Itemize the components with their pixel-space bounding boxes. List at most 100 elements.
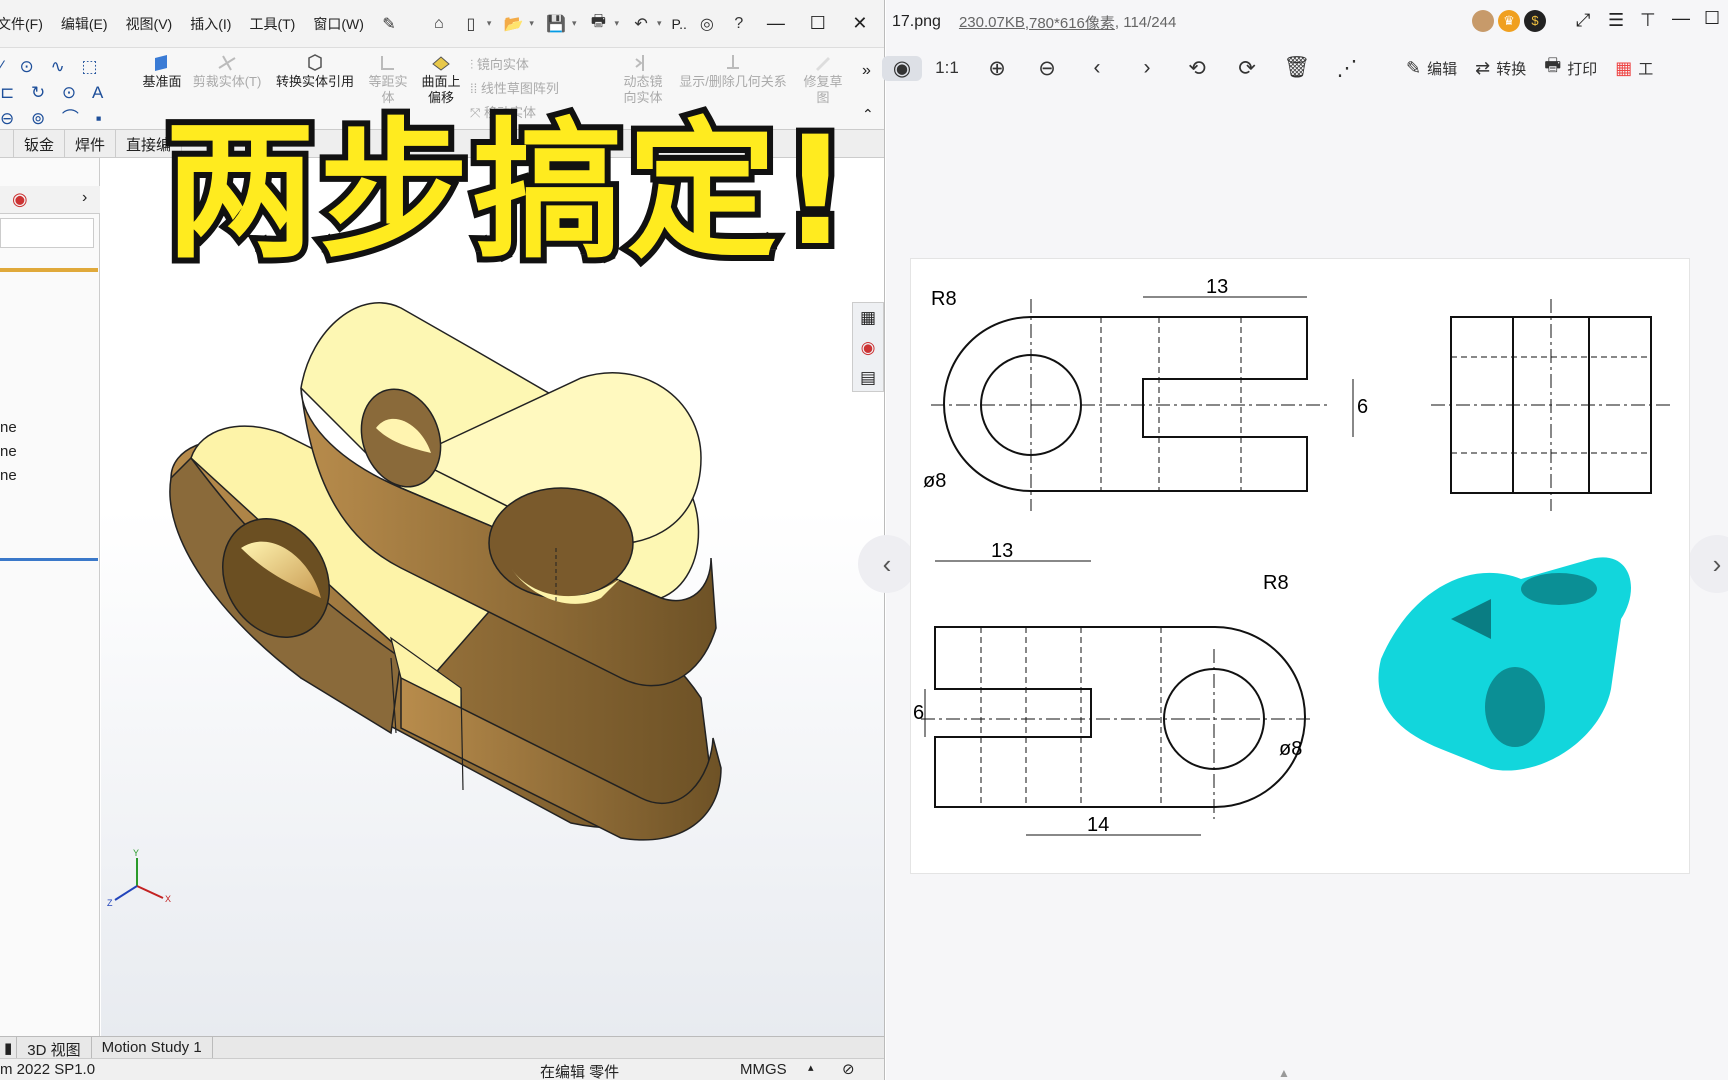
next-nav-button[interactable]: ›	[1688, 535, 1728, 593]
ref-plane-button[interactable]: 基准面	[136, 54, 188, 90]
part-3d-model: Y X Z	[107, 302, 722, 908]
menu-insert[interactable]: 插入(I)	[181, 14, 240, 34]
menu-file[interactable]: 文件(F)	[0, 14, 52, 34]
menu-icon[interactable]: ☰	[1608, 10, 1624, 31]
convert-entities-button[interactable]: 转换实体引用	[270, 54, 360, 90]
next-image-icon[interactable]: ›	[1122, 56, 1172, 80]
tab-sheetmetal[interactable]: 钣金	[14, 130, 66, 158]
linear-pattern-button[interactable]: ⁞⁞ 线性草图阵列	[470, 78, 559, 97]
properties-icon[interactable]: ▤	[853, 363, 883, 393]
tools-button[interactable]: ▦ 工	[1615, 58, 1653, 79]
edit-button[interactable]: ✎ 编辑	[1406, 58, 1457, 79]
ribbon-more-icon[interactable]: »	[862, 62, 871, 80]
relations-icon	[727, 55, 739, 69]
menu-view[interactable]: 视图(V)	[117, 14, 182, 34]
design-library-icon[interactable]: ▦	[853, 303, 883, 333]
dim-bot-slot: 6	[913, 702, 924, 724]
tab-weldments[interactable]: 焊件	[65, 130, 117, 158]
panel-divider	[0, 558, 98, 561]
relations-button[interactable]: 显示/删除几何关系	[672, 54, 794, 90]
filter-input[interactable]	[0, 218, 94, 248]
fullscreen-icon[interactable]: ⤢	[1576, 10, 1590, 31]
tools-label: 工	[1638, 60, 1654, 78]
units-caret-icon[interactable]: ▴	[808, 1061, 814, 1074]
coin-icon[interactable]: $	[1524, 10, 1546, 32]
minimize-icon[interactable]: —	[1672, 8, 1690, 29]
tree-item[interactable]: ne	[0, 440, 17, 464]
share-icon[interactable]: ⋰	[1322, 56, 1372, 81]
ribbon-collapse-icon[interactable]: ⌃	[862, 106, 874, 123]
zoom-in-icon[interactable]: ⊕	[972, 56, 1022, 81]
menu-edit[interactable]: 编辑(E)	[52, 14, 117, 34]
feature-tree: ne ne ne	[0, 416, 17, 488]
scroll-up-icon[interactable]: ▲	[1278, 1066, 1290, 1080]
avatar[interactable]	[1472, 10, 1494, 32]
offset-button[interactable]: 等距实体	[366, 54, 410, 106]
repair-icon	[816, 57, 830, 71]
tree-item[interactable]: ne	[0, 464, 17, 488]
tab-prev[interactable]	[0, 130, 14, 158]
new-file-icon[interactable]: ▯	[458, 11, 484, 37]
file-size[interactable]: 230.07KB	[959, 14, 1025, 31]
save-icon[interactable]: 💾	[543, 11, 569, 37]
convert-button[interactable]: ⇄ 转换	[1475, 58, 1526, 79]
rotate-right-icon[interactable]: ⟳	[1222, 56, 1272, 81]
relations-label: 显示/删除几何关系	[679, 74, 787, 89]
prev-nav-button[interactable]: ‹	[858, 535, 916, 593]
task-pane-tabs: ▦ ◉ ▤	[852, 302, 884, 392]
sketch-tools[interactable]: ⁄ ⊙ ∿ ⬚ ⊏ ↻ ⊙ A ⊖ ⊚ ⌒ ▪	[0, 54, 130, 132]
delete-icon[interactable]: 🗑	[1272, 56, 1322, 80]
undo-icon[interactable]: ↶	[628, 11, 654, 37]
headline-caption: 两步搞定!	[159, 99, 855, 285]
home-icon[interactable]: ⌂	[426, 11, 452, 37]
menu-tools[interactable]: 工具(T)	[240, 14, 304, 34]
dim-top-width: 13	[1206, 276, 1228, 298]
triad-y-label: Y	[133, 848, 139, 858]
minimize-icon[interactable]: —	[755, 0, 797, 48]
dim-bot-width: 13	[991, 540, 1013, 562]
crown-icon[interactable]: ♛	[1498, 10, 1520, 32]
trim-button[interactable]: 剪裁实体(T)	[192, 54, 262, 90]
appearance-pane-icon[interactable]: ◉	[853, 333, 883, 363]
maximize-icon[interactable]: ☐	[1704, 8, 1720, 29]
open-icon[interactable]: 📂	[500, 11, 526, 37]
tab-motion-study[interactable]: Motion Study 1	[92, 1037, 213, 1058]
quick-search[interactable]: P..	[668, 16, 691, 32]
pin-icon[interactable]: ✎	[376, 11, 402, 37]
isometric-model	[1378, 557, 1631, 771]
panel-accent-line	[0, 268, 98, 272]
mirror-entities-button[interactable]: ⫶ 镜向实体	[470, 54, 529, 73]
apps-icon: ▦	[1615, 57, 1633, 78]
appearance-icon[interactable]: ◉	[12, 189, 28, 210]
image-dimensions[interactable]: ,780*616像素	[1025, 12, 1115, 33]
convert-icon	[308, 54, 322, 71]
menu-window[interactable]: 窗口(W)	[304, 14, 373, 34]
offset-surface-button[interactable]: 曲面上偏移	[416, 54, 466, 106]
offset-icon	[381, 56, 394, 70]
panel-next-icon[interactable]: ›	[82, 189, 87, 207]
print-icon[interactable]: 🖶	[585, 11, 611, 37]
pin-top-icon[interactable]: ⊤	[1640, 10, 1656, 31]
actual-size-button[interactable]: 1:1	[922, 58, 972, 78]
rebuild-icon[interactable]: ⊘	[842, 1060, 855, 1078]
units-selector[interactable]: MMGS	[740, 1061, 787, 1078]
convert-icon: ⇄	[1475, 57, 1491, 78]
prev-image-icon[interactable]: ‹	[1072, 56, 1122, 80]
locate-icon[interactable]: ◉	[882, 55, 922, 81]
dynamic-mirror-button[interactable]: 动态镜向实体	[618, 54, 668, 106]
triad-z-label: Z	[107, 898, 113, 908]
graphics-viewport[interactable]: Y X Z	[101, 158, 884, 1036]
page-counter: , 114/244	[1114, 13, 1177, 31]
rotate-left-icon[interactable]: ⟲	[1172, 56, 1222, 81]
print-button[interactable]: 🖶 打印	[1544, 53, 1597, 83]
help-icon[interactable]: ?	[726, 11, 752, 37]
tab-3d-view[interactable]: 3D 视图	[17, 1037, 92, 1059]
ref-plane-label: 基准面	[142, 74, 182, 89]
close-icon[interactable]: ✕	[839, 0, 881, 48]
repair-sketch-button[interactable]: 修复草图	[798, 54, 848, 106]
user-icon[interactable]: ◎	[694, 11, 720, 37]
zoom-out-icon[interactable]: ⊖	[1022, 56, 1072, 81]
tab-model[interactable]: ▮	[0, 1037, 18, 1058]
tree-item[interactable]: ne	[0, 416, 17, 440]
maximize-icon[interactable]: ☐	[797, 0, 839, 48]
